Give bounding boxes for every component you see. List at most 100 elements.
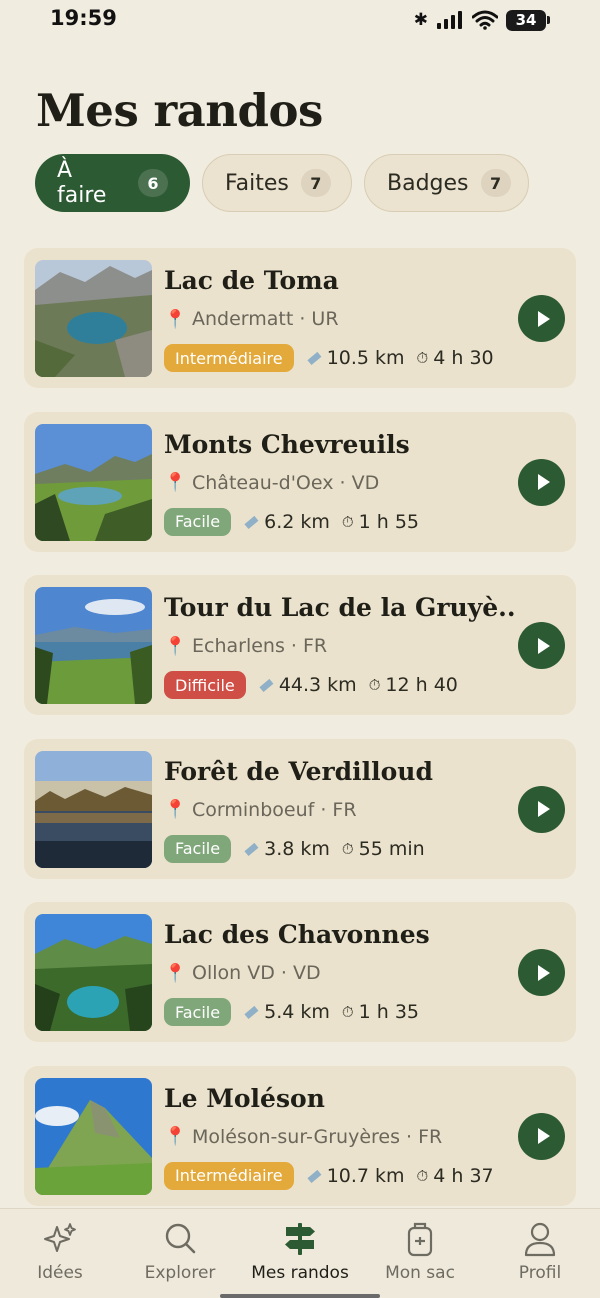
- battery-icon: 34: [506, 9, 550, 31]
- tab-bar: À faire 6 Faites 7 Badges 7: [35, 154, 529, 212]
- hike-location: 📍 Château-d'Oex · VD: [164, 472, 379, 494]
- hike-location: 📍 Echarlens · FR: [164, 635, 327, 657]
- location-text: Andermatt · UR: [192, 308, 339, 330]
- search-icon: [165, 1223, 196, 1254]
- hike-card[interactable]: Forêt de Verdilloud 📍 Corminboeuf · FR F…: [24, 738, 576, 879]
- start-hike-button[interactable]: [518, 949, 565, 996]
- hike-location: 📍 Andermatt · UR: [164, 308, 339, 330]
- nav-label: Idées: [37, 1263, 83, 1283]
- ruler-icon: ▬: [301, 345, 327, 371]
- status-bar: 19:59 ✱ 34: [0, 0, 600, 40]
- play-icon: [537, 310, 550, 327]
- pin-icon: 📍: [164, 308, 187, 330]
- distance-text: 5.4 km: [264, 1001, 330, 1023]
- difficulty-badge: Intermédiaire: [164, 1161, 294, 1190]
- home-indicator: [220, 1294, 380, 1298]
- location-text: Ollon VD · VD: [192, 962, 321, 984]
- hike-thumbnail: [35, 260, 152, 377]
- start-hike-button[interactable]: [518, 622, 565, 669]
- location-text: Moléson-sur-Gruyères · FR: [192, 1125, 443, 1148]
- status-time: 19:59: [50, 6, 117, 30]
- hike-meta: Intermédiaire ▬ 10.5 km ⏱ 4 h 30: [164, 344, 494, 372]
- nav-explorer[interactable]: Explorer: [120, 1209, 240, 1298]
- duration-text: 1 h 55: [358, 510, 420, 533]
- stopwatch-icon: ⏱: [416, 349, 429, 367]
- pin-icon: 📍: [164, 472, 187, 493]
- hike-card[interactable]: Tour du Lac de la Gruyè... 📍 Echarlens ·…: [24, 575, 576, 715]
- hike-card[interactable]: Monts Chevreuils 📍 Château-d'Oex · VD Fa…: [24, 411, 576, 552]
- location-text: Château-d'Oex · VD: [192, 471, 380, 494]
- battery-level: 34: [506, 9, 546, 31]
- hike-thumbnail: [35, 423, 152, 541]
- hike-location: 📍 Corminboeuf · FR: [164, 799, 357, 821]
- hike-meta: Facile ▬ 3.8 km ⏱ 55 min: [164, 834, 425, 863]
- tab-count: 6: [138, 169, 168, 197]
- ruler-icon: ▬: [301, 1162, 327, 1189]
- pin-icon: 📍: [164, 962, 187, 984]
- hike-card[interactable]: Le Moléson 📍 Moléson-sur-Gruyères · FR I…: [24, 1065, 576, 1206]
- start-hike-button[interactable]: [518, 785, 565, 833]
- signpost-icon: [285, 1223, 315, 1255]
- hike-location: 📍 Ollon VD · VD: [164, 962, 321, 984]
- duration: ⏱ 12 h 40: [369, 674, 458, 696]
- duration-text: 1 h 35: [358, 1001, 420, 1023]
- distance: ▬ 5.4 km: [239, 999, 330, 1025]
- ruler-icon: ▬: [238, 508, 264, 535]
- wifi-icon: [472, 10, 498, 30]
- distance: ▬ 3.8 km: [239, 836, 330, 862]
- start-hike-button[interactable]: [518, 1112, 565, 1160]
- distance-text: 10.5 km: [326, 347, 405, 369]
- sparkles-icon: [44, 1223, 76, 1252]
- bottom-nav: Idées Explorer Mes randos Mon sac Profil: [0, 1208, 600, 1298]
- difficulty-badge: Facile: [164, 507, 232, 536]
- start-hike-button[interactable]: [518, 458, 565, 506]
- tab-badges[interactable]: Badges 7: [364, 154, 529, 212]
- tab-count: 7: [300, 169, 331, 197]
- hike-thumbnail: [35, 587, 152, 704]
- nav-idees[interactable]: Idées: [0, 1209, 120, 1298]
- signal-icon: [437, 11, 462, 29]
- location-text: Corminboeuf · FR: [192, 798, 357, 821]
- duration: ⏱ 4 h 30: [417, 347, 494, 369]
- backpack-icon: [407, 1222, 433, 1257]
- hike-thumbnail: [35, 1077, 152, 1195]
- difficulty-badge: Intermédiaire: [164, 344, 294, 372]
- hike-title: Lac de Toma: [164, 266, 339, 295]
- nav-mes-randos[interactable]: Mes randos: [240, 1209, 360, 1298]
- hike-card[interactable]: Lac des Chavonnes 📍 Ollon VD · VD Facile…: [24, 902, 576, 1042]
- distance-text: 44.3 km: [278, 674, 357, 696]
- stopwatch-icon: ⏱: [416, 1166, 429, 1185]
- hike-title: Forêt de Verdilloud: [164, 756, 433, 786]
- duration: ⏱ 1 h 35: [342, 1001, 419, 1023]
- stopwatch-icon: ⏱: [341, 839, 354, 858]
- duration-text: 4 h 30: [433, 347, 494, 369]
- duration: ⏱ 4 h 37: [417, 1165, 494, 1187]
- ruler-icon: ▬: [238, 835, 264, 862]
- hike-meta: Difficile ▬ 44.3 km ⏱ 12 h 40: [164, 671, 458, 699]
- tab-a-faire[interactable]: À faire 6: [35, 154, 190, 212]
- hike-card[interactable]: Lac de Toma 📍 Andermatt · UR Intermédiai…: [24, 248, 576, 388]
- hike-title: Le Moléson: [164, 1083, 325, 1113]
- duration: ⏱ 55 min: [342, 838, 425, 860]
- hike-meta: Facile ▬ 5.4 km ⏱ 1 h 35: [164, 998, 419, 1026]
- hike-title: Lac des Chavonnes: [164, 920, 430, 949]
- duration-text: 55 min: [358, 837, 425, 860]
- hike-meta: Facile ▬ 6.2 km ⏱ 1 h 55: [164, 507, 420, 536]
- play-icon: [537, 474, 550, 490]
- stopwatch-icon: ⏱: [341, 1003, 354, 1021]
- hike-meta: Intermédiaire ▬ 10.7 km ⏱ 4 h 37: [164, 1161, 494, 1190]
- stopwatch-icon: ⏱: [368, 676, 381, 694]
- tab-label: À faire: [57, 158, 107, 208]
- hike-thumbnail: [35, 750, 152, 868]
- nav-profil[interactable]: Profil: [480, 1209, 600, 1298]
- status-icons: ✱ 34: [414, 9, 550, 31]
- tab-faites[interactable]: Faites 7: [202, 154, 352, 212]
- distance-text: 10.7 km: [326, 1164, 405, 1187]
- start-hike-button[interactable]: [518, 295, 565, 342]
- stopwatch-icon: ⏱: [341, 512, 354, 531]
- distance-text: 6.2 km: [264, 510, 330, 533]
- nav-mon-sac[interactable]: Mon sac: [360, 1209, 480, 1298]
- play-icon: [537, 637, 550, 654]
- hike-title: Monts Chevreuils: [164, 429, 410, 459]
- pin-icon: 📍: [164, 799, 187, 820]
